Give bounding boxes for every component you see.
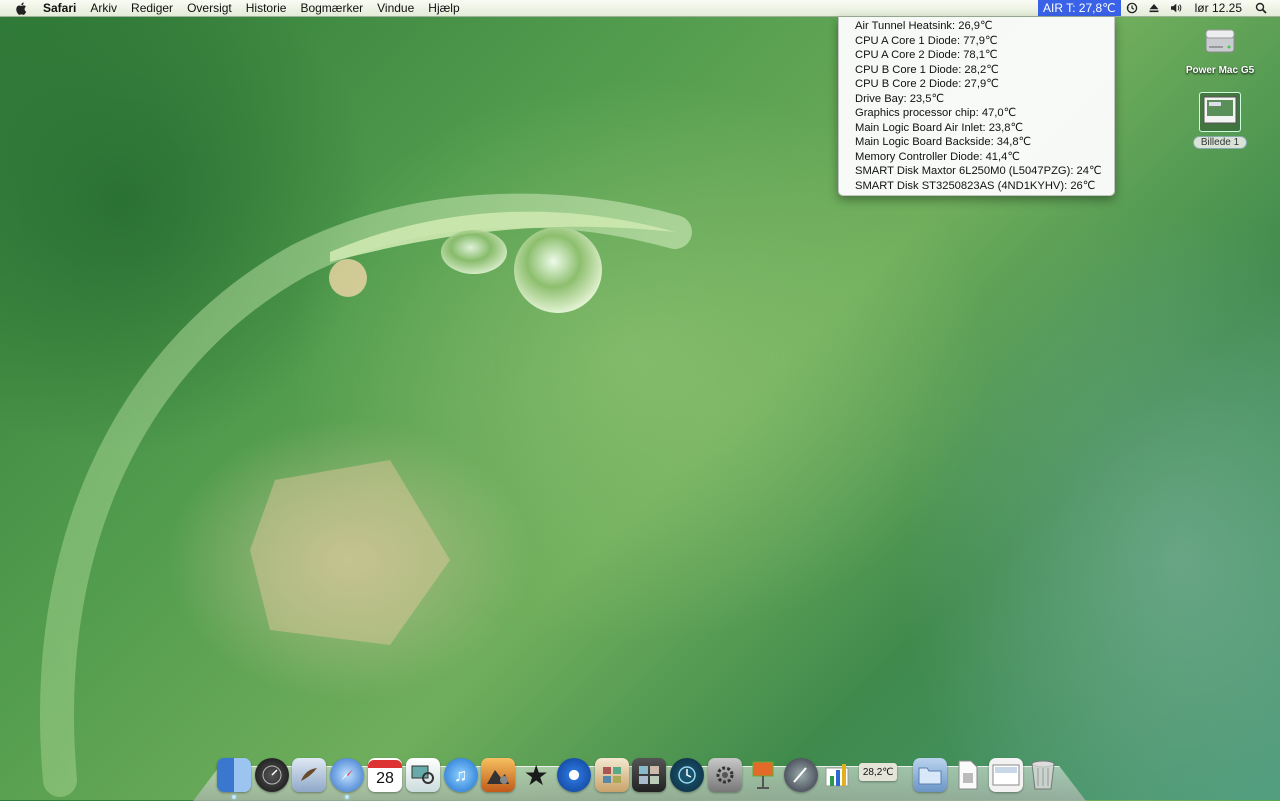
dock-screenshot-icon[interactable] — [988, 758, 1023, 792]
dock-document-icon[interactable] — [951, 758, 985, 792]
screenshot-file-icon — [1203, 96, 1237, 124]
dock-keynote-icon[interactable] — [746, 758, 780, 792]
temp-row-air-tunnel-heatsink[interactable]: Air Tunnel Heatsink: 26,9℃ — [839, 19, 1114, 34]
temp-row-drive-bay[interactable]: Drive Bay: 23,5℃ — [839, 92, 1114, 107]
calendar-date: 28 — [376, 770, 394, 787]
temp-row-cpu-a-core-2[interactable]: CPU A Core 2 Diode: 78,1℃ — [839, 48, 1114, 63]
menu-vindue[interactable]: Vindue — [370, 1, 421, 15]
temp-row-memory-controller[interactable]: Memory Controller Diode: 41,4℃ — [839, 150, 1114, 165]
dock-numbers-icon[interactable] — [821, 758, 855, 792]
dock-script-editor-icon[interactable] — [783, 758, 818, 792]
time-machine-icon[interactable] — [1123, 0, 1141, 16]
temp-row-smart-disk-maxtor[interactable]: SMART Disk Maxtor 6L250M0 (L5047PZG): 24… — [839, 164, 1114, 179]
hard-drive-icon — [1205, 29, 1235, 53]
desktop-icon-label: Billede 1 — [1192, 136, 1248, 149]
temperature-status-item[interactable]: AIR T: 27,8℃ — [1038, 0, 1121, 16]
spotlight-icon[interactable] — [1252, 0, 1270, 16]
dock: 28 ♫ ★ 28,2℃ — [215, 752, 1062, 799]
dock-temperature-monitor[interactable]: 28,2℃ — [859, 763, 898, 781]
menu-arkiv[interactable]: Arkiv — [83, 1, 124, 15]
menu-clock[interactable]: lør 12.25 — [1187, 1, 1250, 15]
dock-safari-icon[interactable] — [330, 758, 365, 799]
dock-mail-icon[interactable] — [292, 758, 327, 792]
menu-oversigt[interactable]: Oversigt — [180, 1, 239, 15]
desktop-icon-billede-1[interactable]: Billede 1 — [1180, 92, 1260, 150]
running-indicator — [231, 795, 236, 799]
temp-row-cpu-b-core-2[interactable]: CPU B Core 2 Diode: 27,9℃ — [839, 77, 1114, 92]
dock-dvd-player-icon[interactable] — [556, 758, 591, 792]
temp-row-logic-board-air-inlet[interactable]: Main Logic Board Air Inlet: 23,8℃ — [839, 121, 1114, 136]
dock-photo-booth-icon[interactable] — [594, 758, 629, 792]
apple-menu-icon[interactable] — [14, 1, 28, 15]
dock-applications-folder-icon[interactable] — [912, 758, 947, 792]
menu-historie[interactable]: Historie — [239, 1, 294, 15]
desktop-icon-label: Power Mac G5 — [1185, 65, 1255, 76]
menu-bogmaerker[interactable]: Bogmærker — [293, 1, 370, 15]
menu-bar: Safari Arkiv Rediger Oversigt Historie B… — [0, 0, 1280, 17]
volume-icon[interactable] — [1167, 0, 1185, 16]
dock-preview-icon[interactable] — [405, 758, 440, 792]
temp-row-graphics-chip[interactable]: Graphics processor chip: 47,0℃ — [839, 106, 1114, 121]
dock-ical-icon[interactable]: 28 — [368, 758, 403, 792]
dock-trash-icon[interactable] — [1026, 758, 1060, 792]
temp-row-cpu-b-core-1[interactable]: CPU B Core 1 Diode: 28,2℃ — [839, 63, 1114, 78]
temp-row-logic-board-backside[interactable]: Main Logic Board Backside: 34,8℃ — [839, 135, 1114, 150]
temp-row-cpu-a-core-1[interactable]: CPU A Core 1 Diode: 77,9℃ — [839, 34, 1114, 49]
dock-finder-icon[interactable] — [216, 758, 251, 799]
dock-time-machine-icon[interactable] — [670, 758, 705, 792]
menu-rediger[interactable]: Rediger — [124, 1, 180, 15]
eject-icon[interactable] — [1145, 0, 1163, 16]
dock-itunes-icon[interactable]: ♫ — [443, 758, 478, 792]
dock-imovie-icon[interactable]: ★ — [519, 758, 553, 792]
dock-iphoto-icon[interactable] — [481, 758, 516, 792]
menu-app-safari[interactable]: Safari — [36, 1, 83, 15]
dock-system-preferences-icon[interactable] — [708, 758, 743, 792]
dock-separator — [899, 758, 911, 792]
dock-dashboard-icon[interactable] — [254, 758, 289, 792]
dock-spaces-icon[interactable] — [632, 758, 667, 792]
temp-row-smart-disk-st3250823as[interactable]: SMART Disk ST3250823AS (4ND1KYHV): 26℃ — [839, 179, 1114, 194]
temperature-dropdown-menu: Air Tunnel Heatsink: 26,9℃ CPU A Core 1 … — [838, 17, 1115, 196]
menu-hjaelp[interactable]: Hjælp — [421, 1, 466, 15]
desktop-icon-power-mac-g5[interactable]: Power Mac G5 — [1180, 22, 1260, 76]
